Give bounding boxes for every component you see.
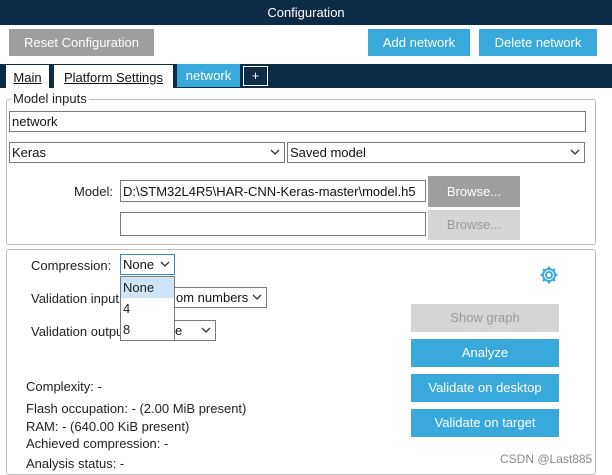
analysis-status-text: Analysis status: - xyxy=(26,456,125,471)
model-inputs-legend: Model inputs xyxy=(11,91,89,106)
tab-platform-settings-label: Platform Settings xyxy=(64,70,163,85)
chevron-down-icon xyxy=(270,149,280,155)
compression-select-value: None xyxy=(123,257,155,272)
show-graph-button[interactable]: Show graph xyxy=(411,304,559,332)
ram-text: RAM: - (640.00 KiB present) xyxy=(26,419,190,434)
chevron-down-icon xyxy=(252,294,262,300)
validation-output-label: Validation outpu xyxy=(31,324,124,339)
compression-label: Compression: xyxy=(31,258,112,273)
model-path-input[interactable]: D:\STM32L4R5\HAR-CNN-Keras-master\model.… xyxy=(120,180,426,202)
model-type-select-value: Saved model xyxy=(290,145,366,160)
reset-configuration-button[interactable]: Reset Configuration xyxy=(9,29,154,56)
validation-input-label: Validation input xyxy=(31,291,119,306)
watermark: CSDN @Last885 xyxy=(500,452,593,466)
compression-option-4[interactable]: 4 xyxy=(121,298,174,319)
delete-network-button[interactable]: Delete network xyxy=(479,29,597,56)
gear-icon[interactable] xyxy=(539,265,559,285)
achieved-compression-text: Achieved compression: - xyxy=(26,436,169,451)
tab-platform-settings[interactable]: Platform Settings xyxy=(54,65,173,89)
network-name-input[interactable]: network xyxy=(9,111,586,132)
tab-main[interactable]: Main xyxy=(6,65,49,89)
browse-extra-button[interactable]: Browse... xyxy=(428,210,520,240)
validate-desktop-button[interactable]: Validate on desktop xyxy=(411,374,559,402)
analyze-button[interactable]: Analyze xyxy=(411,339,559,367)
tab-add[interactable]: + xyxy=(243,66,268,86)
compression-option-8[interactable]: 8 xyxy=(121,319,174,340)
add-network-button[interactable]: Add network xyxy=(368,29,470,56)
framework-select[interactable]: Keras xyxy=(9,142,285,163)
model-label: Model: xyxy=(74,184,114,199)
model-type-select[interactable]: Saved model xyxy=(287,142,585,163)
validate-target-button[interactable]: Validate on target xyxy=(411,409,559,437)
chevron-down-icon xyxy=(201,327,211,333)
compression-dropdown-list: None 4 8 xyxy=(120,276,175,341)
flash-occupation-text: Flash occupation: - (2.00 MiB present) xyxy=(26,401,247,416)
tab-network[interactable]: network xyxy=(177,64,240,87)
chevron-down-icon xyxy=(160,261,170,267)
framework-select-value: Keras xyxy=(12,145,46,160)
browse-model-button[interactable]: Browse... xyxy=(428,176,520,207)
compression-option-none[interactable]: None xyxy=(121,277,174,298)
complexity-text: Complexity: - xyxy=(26,379,102,394)
compression-select[interactable]: None xyxy=(120,254,175,275)
tab-main-label: Main xyxy=(13,70,42,85)
window-title: Configuration xyxy=(0,0,612,25)
extra-path-input[interactable] xyxy=(120,212,426,236)
chevron-down-icon xyxy=(570,149,580,155)
